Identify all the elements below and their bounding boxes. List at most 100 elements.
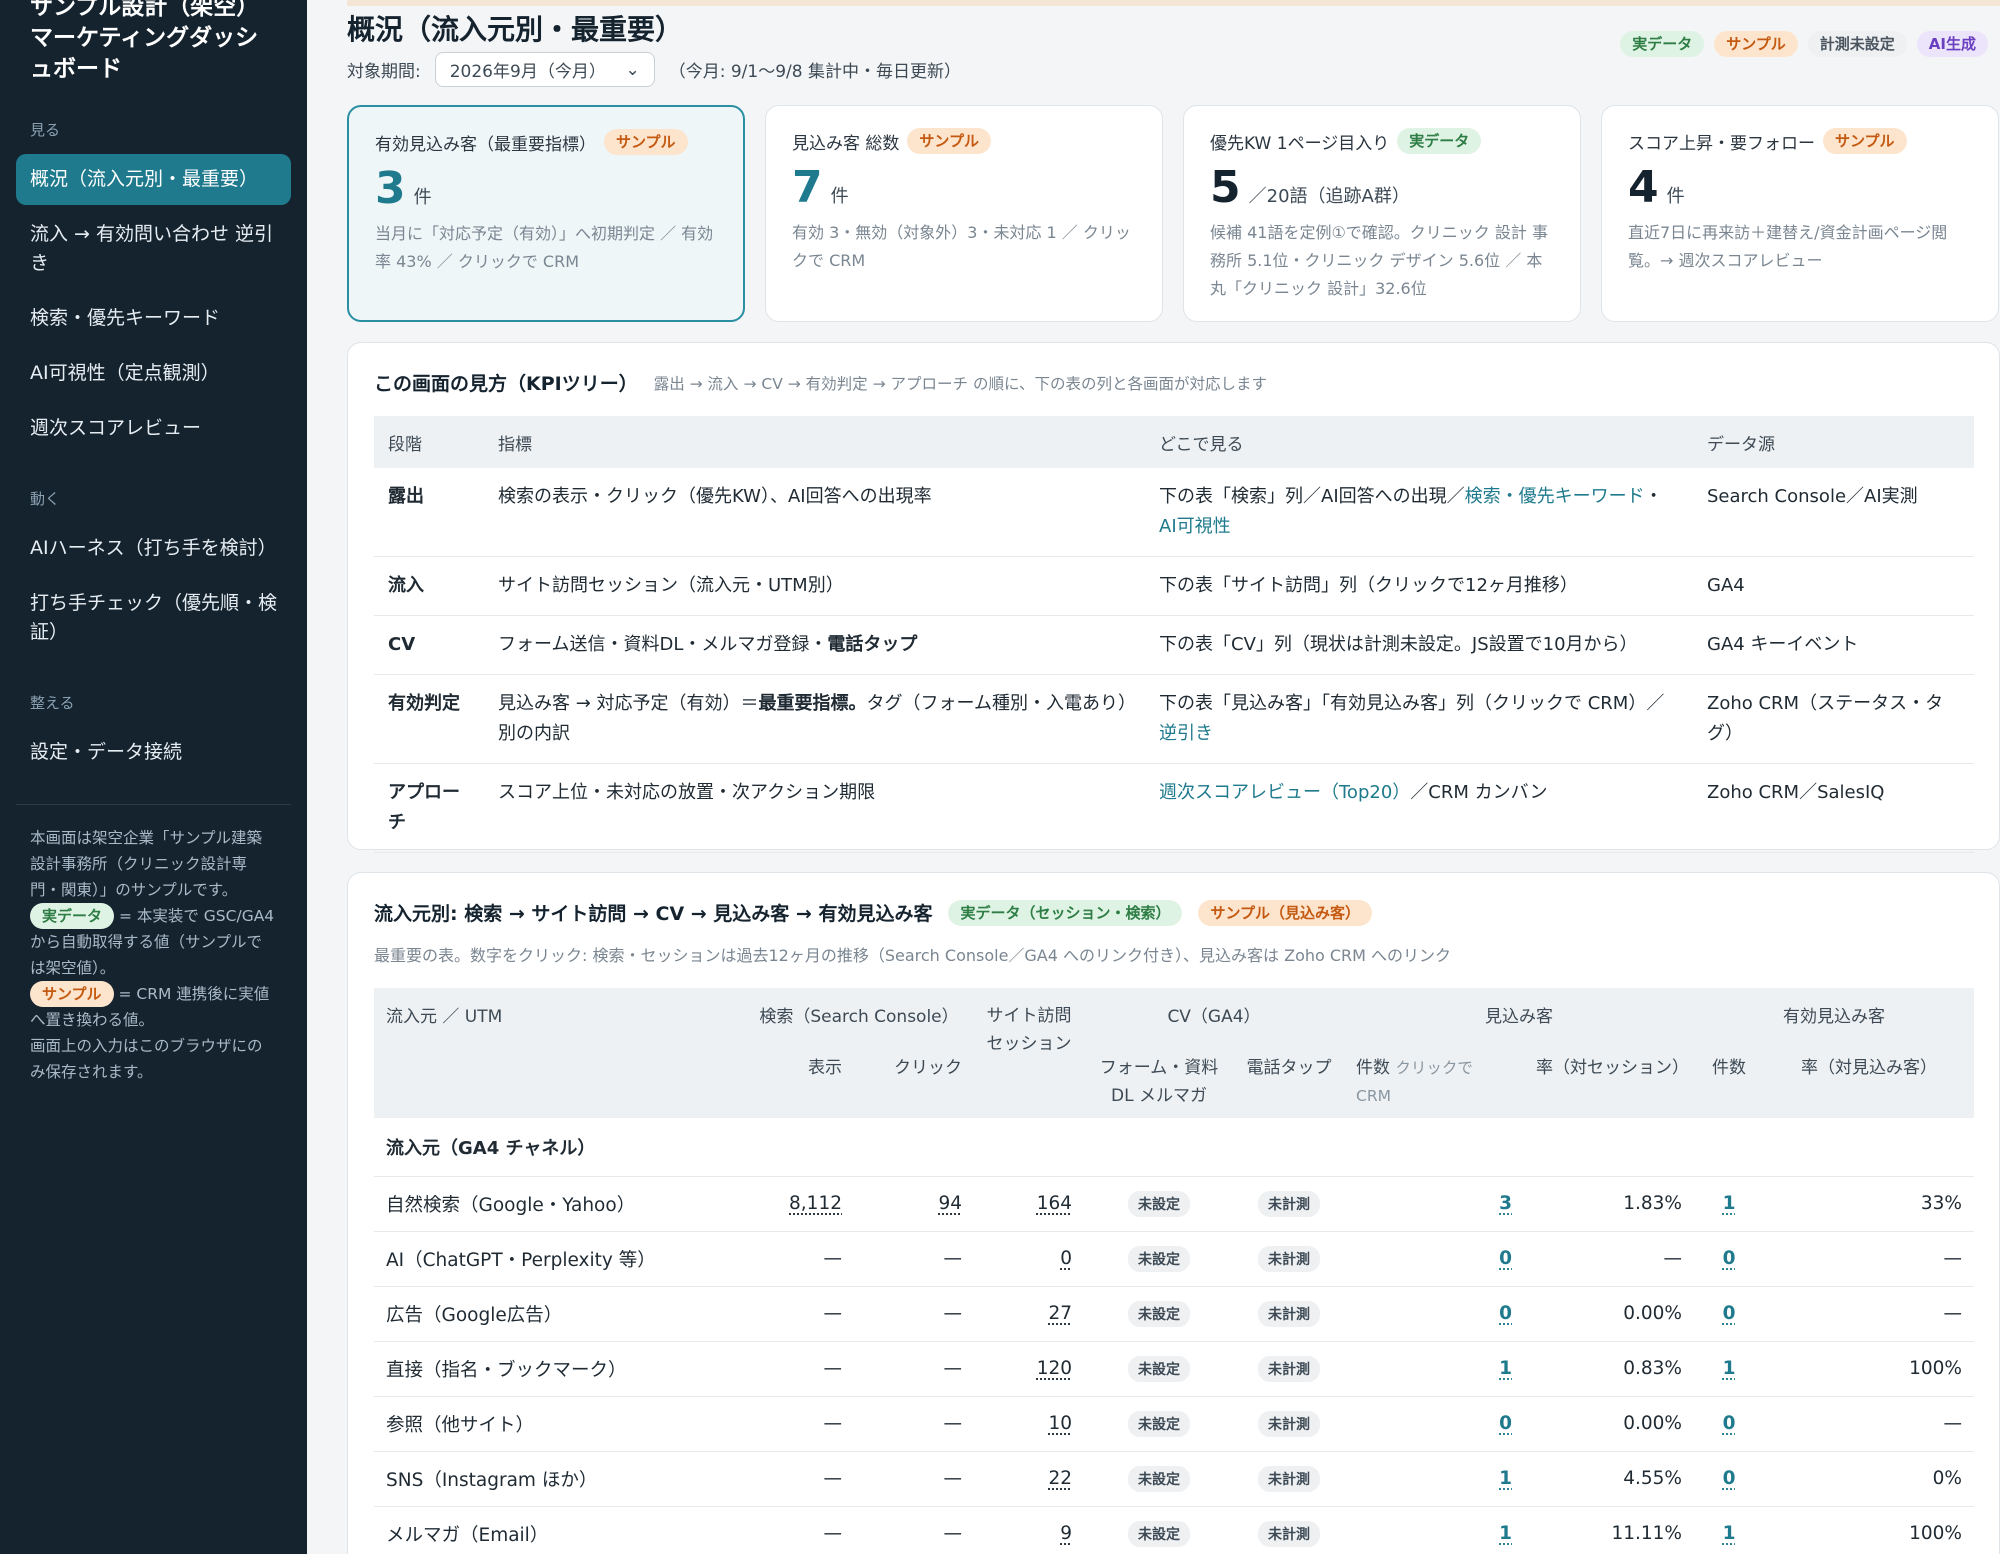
table-cell: — — [744, 1286, 854, 1342]
note-sample: サンプル = CRM 連携後に実値へ置き換わる値。 — [30, 981, 277, 1033]
leads-value[interactable]: 3 — [1499, 1193, 1512, 1214]
link-ai-visibility[interactable]: AI可視性 — [1159, 516, 1231, 537]
table-cell: — — [854, 1396, 974, 1452]
sessions-value[interactable]: 22 — [1048, 1468, 1072, 1489]
lead-rate-value: — — [1524, 1231, 1694, 1287]
kpi-chip: サンプル — [604, 129, 688, 155]
link-keywords[interactable]: 検索・優先キーワード — [1465, 486, 1645, 507]
qualified-value[interactable]: 1 — [1723, 1523, 1736, 1544]
sidebar-item-reverse-lookup[interactable]: 流入 → 有効問い合わせ 逆引き — [16, 209, 291, 289]
source-cell: 参照（他サイト） — [374, 1396, 744, 1452]
source-cell: GA4 — [1693, 556, 1974, 616]
col-where: どこで見る — [1145, 416, 1693, 468]
source-cell: 広告（Google広告） — [374, 1286, 744, 1342]
metric-bold: 最重要指標。 — [758, 693, 867, 714]
lead-rate-value: 1.83% — [1524, 1176, 1694, 1232]
source-cell: 直接（指名・ブックマーク） — [374, 1341, 744, 1397]
period-select-value: 2026年9月（今月） — [449, 62, 606, 82]
period-row: 対象期間: 2026年9月（今月） ⌄ （今月: 9/1〜9/8 集計中・毎日更… — [347, 52, 961, 87]
kpi-value: 4件 — [1628, 162, 1972, 213]
leads-value[interactable]: 0 — [1499, 1413, 1512, 1434]
leads-value[interactable]: 1 — [1499, 1468, 1512, 1489]
kpi-unit: 件 — [1666, 186, 1685, 207]
legend-chips: 実データ サンプル 計測未設定 AI生成 — [1620, 31, 1988, 57]
where-cell: 下の表「見込み客」「有効見込み客」列（クリックで CRM）／ 逆引き — [1145, 674, 1693, 764]
unset-tag: 未設定 — [1128, 1465, 1190, 1492]
leads-value[interactable]: 1 — [1499, 1523, 1512, 1544]
sessions-value[interactable]: 164 — [1037, 1193, 1072, 1214]
period-note: （今月: 9/1〜9/8 集計中・毎日更新） — [668, 62, 961, 82]
table-cell: — — [854, 1506, 974, 1554]
period-select[interactable]: 2026年9月（今月） ⌄ — [434, 52, 655, 87]
sessions-value[interactable]: 0 — [1060, 1248, 1072, 1269]
impressions-value: — — [823, 1358, 843, 1379]
sessions-value[interactable]: 120 — [1037, 1358, 1072, 1379]
unset-tag: 未設定 — [1128, 1190, 1190, 1217]
qualified-value[interactable]: 0 — [1723, 1468, 1736, 1489]
legend-sample-chip: サンプル — [1714, 31, 1798, 57]
lead-rate-value: 11.11% — [1524, 1506, 1694, 1554]
qualified-rate-value: 100% — [1764, 1506, 1974, 1554]
table-row: メルマガ（Email） — — 9 未設定 未計測 1 11.11% 1 100% — [374, 1506, 1974, 1554]
sidebar-note: 本画面は架空企業「サンプル建築設計事務所（クリニック設計専門・関東）」のサンプル… — [16, 825, 291, 1085]
kpi-card-priority-kw[interactable]: 優先KW 1ページ目入り 実データ 5 ／20語（追跡A群） 候補 41語を定例①で… — [1183, 105, 1581, 322]
sidebar-item-settings[interactable]: 設定・データ接続 — [16, 727, 291, 778]
table-cell: 1 — [1344, 1451, 1524, 1507]
impressions-value: — — [823, 1468, 843, 1489]
metric-text: フォーム送信・資料DL・メルマガ登録・ — [498, 634, 828, 655]
sessions-value[interactable]: 27 — [1048, 1303, 1072, 1324]
kpi-card-total-leads[interactable]: 見込み客 総数 サンプル 7件 有効 3・無効（対象外）3・未対応 1 ／ クリッ… — [765, 105, 1163, 322]
leads-value[interactable]: 1 — [1499, 1358, 1512, 1379]
clicks-value: — — [943, 1523, 963, 1544]
unmeasured-tag: 未計測 — [1258, 1190, 1320, 1217]
table-cell: 164 — [974, 1176, 1084, 1232]
clicks-value[interactable]: 94 — [938, 1193, 962, 1214]
where-cell: 下の表「サイト訪問」列（クリックで12ヶ月推移） — [1145, 556, 1693, 616]
source-cell: SNS（Instagram ほか） — [374, 1451, 744, 1507]
source-cell: Zoho CRM／SalesIQ — [1693, 763, 1974, 853]
sidebar-item-ai-visibility[interactable]: AI可視性（定点観測） — [16, 348, 291, 399]
source-cell: メルマガ（Email） — [374, 1506, 744, 1554]
sidebar-item-ai-harness[interactable]: AIハーネス（打ち手を検討） — [16, 523, 291, 574]
sidebar-item-keywords[interactable]: 検索・優先キーワード — [16, 293, 291, 344]
sidebar-item-overview[interactable]: 概況（流入元別・最重要） — [16, 154, 291, 205]
table-cell: 未設定 — [1084, 1341, 1234, 1397]
sessions-value[interactable]: 10 — [1048, 1413, 1072, 1434]
where-cell: 下の表「検索」列／AI回答への出現／検索・優先キーワード・ AI可視性 — [1145, 468, 1693, 557]
table-cell: 0 — [1344, 1286, 1524, 1342]
impressions-value[interactable]: 8,112 — [789, 1193, 842, 1214]
kpi-card-qualified-leads[interactable]: 有効見込み客（最重要指標） サンプル 3件 当月に「対応予定（有効）」へ初期判定 … — [347, 105, 745, 322]
qualified-value[interactable]: 0 — [1723, 1303, 1736, 1324]
flow-header: 流入元別: 検索 → サイト訪問 → CV → 見込み客 → 有効見込み客 実デ… — [348, 873, 1999, 926]
table-cell: 未計測 — [1234, 1286, 1344, 1342]
qualified-value[interactable]: 1 — [1723, 1358, 1736, 1379]
where-cell: 下の表「CV」列（現状は計測未設定。JS設置で10月から） — [1145, 615, 1693, 675]
link-weekly-score[interactable]: 週次スコアレビュー（Top20） — [1159, 782, 1410, 803]
qualified-value[interactable]: 1 — [1723, 1193, 1736, 1214]
leads-value[interactable]: 0 — [1499, 1248, 1512, 1269]
main-content: 概況（流入元別・最重要） 対象期間: 2026年9月（今月） ⌄ （今月: 9/… — [307, 0, 2000, 1554]
sidebar-item-action-check[interactable]: 打ち手チェック（優先順・検証） — [16, 578, 291, 658]
flow-real-chip: 実データ（セッション・検索） — [948, 899, 1183, 926]
qualified-value[interactable]: 0 — [1723, 1248, 1736, 1269]
sessions-value[interactable]: 9 — [1060, 1523, 1072, 1544]
sidebar-item-weekly-score[interactable]: 週次スコアレビュー — [16, 403, 291, 454]
kpi-row: 有効見込み客（最重要指標） サンプル 3件 当月に「対応予定（有効）」へ初期判定 … — [347, 105, 2000, 322]
metric-text: 見込み客 → 対応予定（有効）＝ — [498, 693, 759, 714]
flow-card: 流入元別: 検索 → サイト訪問 → CV → 見込み客 → 有効見込み客 実デ… — [347, 872, 2000, 1554]
table-cell: 未設定 — [1084, 1396, 1234, 1452]
leads-value[interactable]: 0 — [1499, 1303, 1512, 1324]
group-row: 流入元（GA4 チャネル） — [374, 1118, 1974, 1177]
clicks-value: — — [943, 1248, 963, 1269]
link-reverse-lookup[interactable]: 逆引き — [1159, 723, 1213, 744]
kpi-value: 3件 — [375, 163, 717, 214]
stage-cell: 露出 — [374, 468, 484, 557]
col-qual-count: 件数 — [1694, 1040, 1764, 1118]
kpi-unit: 件 — [830, 186, 849, 207]
unset-tag: 未設定 — [1128, 1245, 1190, 1272]
kpi-card-score-followup[interactable]: スコア上昇・要フォロー サンプル 4件 直近7日に再来訪＋建替え/資金計画ページ閲… — [1601, 105, 1999, 322]
table-cell: 0 — [1694, 1286, 1764, 1342]
table-row: CV フォーム送信・資料DL・メルマガ登録・電話タップ 下の表「CV」列（現状は… — [374, 615, 1974, 675]
qualified-value[interactable]: 0 — [1723, 1413, 1736, 1434]
table-cell: 未設定 — [1084, 1231, 1234, 1287]
